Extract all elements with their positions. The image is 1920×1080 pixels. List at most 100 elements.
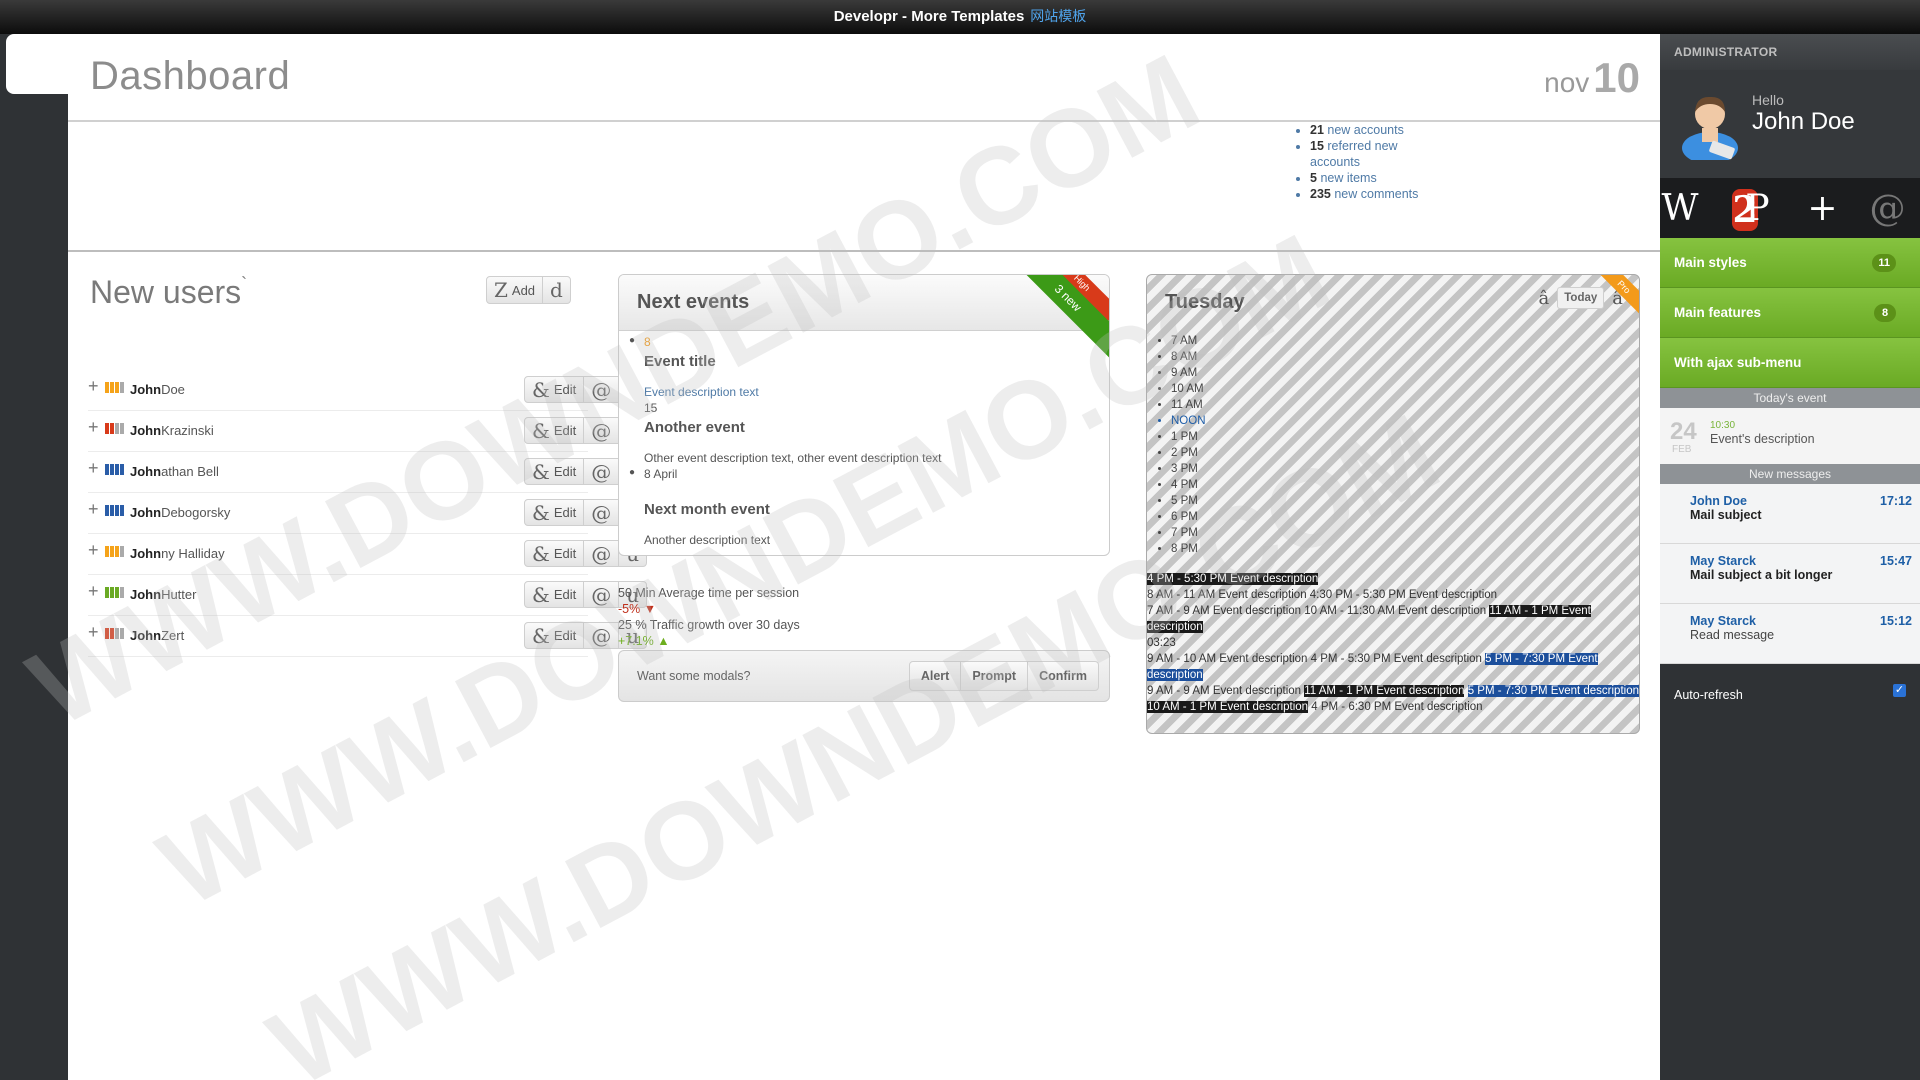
site-title-cn[interactable]: 网站模板 <box>1030 8 1086 24</box>
edit-user-button[interactable]: & Edit <box>525 459 585 484</box>
alert-button[interactable]: Alert <box>910 662 962 690</box>
avatar[interactable] <box>1680 88 1744 160</box>
hour-slot[interactable]: NOON <box>1171 413 1206 429</box>
prompt-button[interactable]: Prompt <box>961 662 1029 690</box>
user-name[interactable]: JohnZert <box>130 628 184 643</box>
user-last-name: ny Halliday <box>161 546 225 561</box>
hour-slot[interactable]: 8 PM <box>1171 541 1206 557</box>
hour-slot[interactable]: 5 PM <box>1171 493 1206 509</box>
menu-main-styles[interactable]: Main styles 11 <box>1660 238 1920 288</box>
prev-day-icon[interactable]: â <box>1539 288 1550 309</box>
mail-user-button[interactable]: @ <box>584 459 620 484</box>
activity-bars-icon <box>105 382 124 393</box>
mail-user-button[interactable]: @ <box>584 541 620 566</box>
hour-slot[interactable]: 7 PM <box>1171 525 1206 541</box>
menu-main-features[interactable]: Main features 8 <box>1660 288 1920 338</box>
user-name[interactable]: Johnny Halliday <box>130 546 225 561</box>
today-event[interactable]: 24 FEB 10:30 Event's description <box>1660 408 1920 464</box>
mail-icon[interactable]: @ <box>1855 188 1920 229</box>
calendar-event[interactable]: 4 PM - 6:30 PM Event description <box>1308 701 1482 713</box>
activity-bar <box>110 464 114 475</box>
hour-slot[interactable]: 3 PM <box>1171 461 1206 477</box>
expand-icon[interactable]: + <box>88 376 99 397</box>
auto-refresh-checkbox[interactable]: ✓ <box>1893 684 1906 697</box>
user-row[interactable]: +JohnKrazinski&Edit@u <box>88 411 648 452</box>
hour-slot[interactable]: 10 AM <box>1171 381 1206 397</box>
traffic-stat: 25 % Traffic growth over 30 days <box>618 618 800 632</box>
mail-user-button[interactable]: @ <box>584 623 620 648</box>
calendar-day-title: Tuesday <box>1165 291 1245 313</box>
calendar-event[interactable]: 5 PM - 7:30 PM Event description <box>1467 685 1639 697</box>
mail-user-button[interactable]: @ <box>584 582 620 607</box>
calendar-event-line: 7 AM - 9 AM Event description 10 AM - 11… <box>1147 603 1639 635</box>
user-row[interactable]: + JohnZert & Edit @ u <box>88 616 648 657</box>
mail-user-button[interactable]: @ <box>584 500 620 525</box>
mail-user-button[interactable]: @ <box>584 377 620 402</box>
calendar-event[interactable]: 11 AM - 1 PM Event description <box>1304 685 1465 697</box>
more-button[interactable]: d <box>543 277 570 303</box>
hour-slot[interactable]: 7 AM <box>1171 333 1206 349</box>
message-item[interactable]: May Starck 15:47 Mail subject a bit long… <box>1660 544 1920 604</box>
user-row[interactable]: +JohnDoe&Edit@u <box>88 370 648 411</box>
edit-user-button[interactable]: & Edit <box>525 377 585 402</box>
edit-user-button[interactable]: & Edit <box>525 500 585 525</box>
user-name[interactable]: JohnDebogorsky <box>130 505 230 520</box>
edit-user-button[interactable]: & Edit <box>525 582 585 607</box>
hour-slot[interactable]: 9 AM <box>1171 365 1206 381</box>
user-row[interactable]: +Johnathan Bell&Edit@u <box>88 452 648 493</box>
expand-icon[interactable]: + <box>88 458 99 479</box>
edit-user-button[interactable]: & Edit <box>525 623 585 648</box>
add-icon[interactable]: + <box>1790 188 1855 229</box>
event-title[interactable]: Next month event <box>644 501 770 518</box>
calendar-event[interactable]: 4 PM - 5:30 PM Event description <box>1147 573 1319 585</box>
hour-slot[interactable]: 4 PM <box>1171 477 1206 493</box>
calendar-event[interactable]: 10 AM - 1 PM Event description <box>1147 701 1309 713</box>
messages-icon[interactable]: W2 <box>1660 188 1758 231</box>
calendar-event[interactable]: 9 AM - 9 AM Event description <box>1147 685 1304 697</box>
hour-slot[interactable]: 11 AM <box>1171 397 1206 413</box>
calendar-event[interactable]: 03:23 <box>1147 637 1176 649</box>
user-row[interactable]: +Johnny Halliday&Edit@u <box>88 534 648 575</box>
bullet: ● <box>629 467 636 478</box>
add-user-button[interactable]: Z Add <box>487 277 544 303</box>
menu-ajax-submenu[interactable]: With ajax sub-menu <box>1660 338 1920 388</box>
hello-text: Hello <box>1752 92 1784 108</box>
hour-slot[interactable]: 2 PM <box>1171 445 1206 461</box>
event-title[interactable]: Another event <box>644 419 745 436</box>
message-item[interactable]: John Doe 17:12 Mail subject <box>1660 484 1920 544</box>
edit-user-button[interactable]: & Edit <box>525 541 585 566</box>
calendar-event[interactable]: 9 AM - 10 AM Event description 4 PM - 5:… <box>1147 653 1485 665</box>
menu-count-badge: 8 <box>1874 304 1896 322</box>
expand-icon[interactable]: + <box>88 499 99 520</box>
user-name[interactable]: Johnathan Bell <box>130 464 219 479</box>
expand-icon[interactable]: + <box>88 417 99 438</box>
expand-icon[interactable]: + <box>88 581 99 602</box>
user-name[interactable]: JohnKrazinski <box>130 423 214 438</box>
expand-icon[interactable]: + <box>88 540 99 561</box>
calendar-event[interactable]: 7 AM - 9 AM Event description 10 AM - 11… <box>1147 605 1489 617</box>
user-name[interactable]: JohnDoe <box>130 382 185 397</box>
menu-label: With ajax sub-menu <box>1674 355 1802 370</box>
message-subject: Mail subject <box>1690 508 1762 522</box>
hour-slot[interactable]: 6 PM <box>1171 509 1206 525</box>
edit-label: Edit <box>553 505 577 520</box>
user-last-name: Hutter <box>161 587 197 602</box>
site-title[interactable]: Developr - More Templates <box>834 8 1025 25</box>
hour-slot[interactable]: 1 PM <box>1171 429 1206 445</box>
today-button[interactable]: Today <box>1557 287 1605 309</box>
activity-bar <box>120 382 124 393</box>
hour-slot[interactable]: 8 AM <box>1171 349 1206 365</box>
message-item[interactable]: May Starck 15:12 Read message <box>1660 604 1920 664</box>
profile-icon[interactable]: P <box>1725 188 1790 229</box>
user-row[interactable]: + JohnHutter & Edit @ u <box>88 575 648 616</box>
event-title[interactable]: Event title <box>644 353 716 370</box>
confirm-button[interactable]: Confirm <box>1028 662 1098 690</box>
user-name[interactable]: John Doe <box>1752 108 1855 136</box>
user-row[interactable]: +JohnDebogorsky&Edit@u <box>88 493 648 534</box>
calendar-event[interactable]: 8 AM - 11 AM Event description 4:30 PM -… <box>1147 589 1497 601</box>
user-name[interactable]: JohnHutter <box>130 587 196 602</box>
edit-user-button[interactable]: & Edit <box>525 418 585 443</box>
expand-icon[interactable]: + <box>88 622 99 643</box>
calendar-event-line: 9 AM - 9 AM Event description 11 AM - 1 … <box>1147 683 1639 699</box>
mail-user-button[interactable]: @ <box>584 418 620 443</box>
